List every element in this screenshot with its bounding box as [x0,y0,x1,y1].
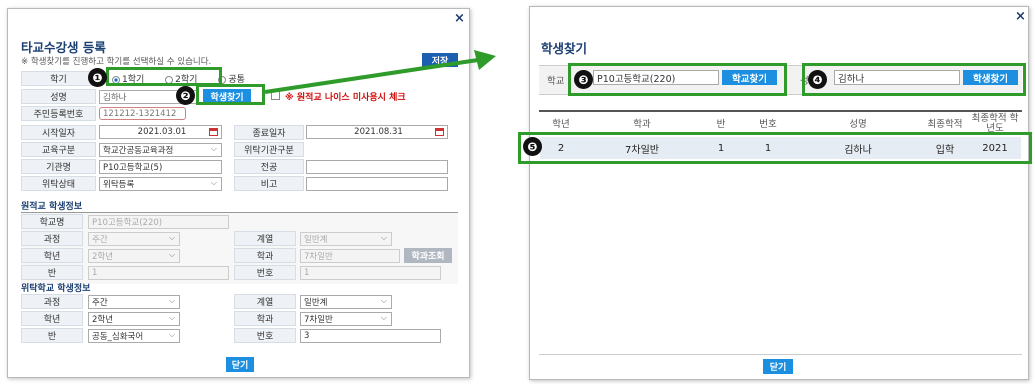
end-date-value: 2021.08.31 [354,127,403,137]
term-label: 학기 [21,71,96,86]
institution-field[interactable]: P10고등학교(5) [99,160,222,174]
origin-dept-label: 학과 [234,248,296,263]
edu-type-value: 학교간공동교육과정 [103,146,174,156]
resident-no-label: 주민등록번호 [21,106,96,121]
institution-label: 기관명 [21,159,96,174]
origin-number-field: 1 [300,266,441,280]
trust-series-select[interactable]: 일반계 ⌵ [300,295,392,309]
trust-grade-select[interactable]: 2학년 ⌵ [88,312,180,326]
close-button[interactable]: 닫기 [226,357,254,372]
trust-status-value: 위탁등록 [103,180,135,190]
trust-course-value: 주간 [92,298,108,308]
origin-series-select: 일반계 ⌵ [300,232,392,246]
remark-label: 비고 [234,176,304,191]
origin-number-label: 번호 [234,265,296,280]
trust-grade-value: 2학년 [92,315,114,325]
origin-class-label: 반 [21,265,83,280]
major-field[interactable] [306,160,448,174]
save-button[interactable]: 저장 [422,53,458,67]
origin-course-value: 주간 [92,235,108,245]
chevron-down-icon: ⌵ [168,313,175,322]
close-icon[interactable]: × [454,11,465,26]
trust-series-value: 일반계 [304,298,328,308]
chevron-down-icon: ⌵ [168,250,175,259]
trust-section-title: 위탁학교 학생정보 [21,284,91,294]
highlight-box-school [568,63,787,96]
start-date-field[interactable]: 2021.03.01 [99,125,222,139]
chevron-down-icon: ⌵ [168,233,175,242]
trust-status-label: 위탁상태 [21,176,96,191]
resident-no-field[interactable]: 121212-1321412 [99,107,186,120]
origin-grade-label: 학년 [21,248,83,263]
dialog-title: 타교수강생 등록 [21,40,106,55]
edu-type-select[interactable]: 학교간공동교육과정 ⌵ [99,143,222,157]
close-button[interactable]: 닫기 [763,359,793,374]
origin-grade-value: 2학년 [92,252,114,262]
trust-class-label: 반 [21,328,83,343]
origin-grade-select: 2학년 ⌵ [88,249,180,263]
trust-dept-value: 7차일반 [304,315,333,325]
remark-field[interactable] [306,177,448,191]
origin-series-label: 계열 [234,231,296,246]
chevron-down-icon: ⌵ [380,296,387,305]
origin-course-select: 주간 ⌵ [88,232,180,246]
dialog-title: 학생찾기 [541,41,588,56]
chevron-down-icon: ⌵ [380,313,387,322]
warning-text: ※ 원적교 나이스 미사용시 체크 [285,93,406,103]
dept-search-button[interactable]: 학과조회 [404,248,452,263]
end-date-field[interactable]: 2021.08.31 [306,125,448,139]
name-label: 성명 [21,89,96,104]
start-date-value: 2021.03.01 [137,127,187,137]
trust-course-label: 과정 [21,294,83,309]
trust-class-value: 공동_심화국어 [92,332,144,342]
trust-class-select[interactable]: 공동_심화국어 ⌵ [88,329,180,343]
calendar-icon[interactable] [435,128,444,136]
end-date-label: 종료일자 [234,125,304,140]
trust-dept-select[interactable]: 7차일반 ⌵ [300,312,392,326]
dialog-note: ※ 학생찾기를 진행하고 학기를 선택하실 수 있습니다. [21,57,212,67]
highlight-box-row [518,132,1032,164]
close-icon[interactable]: × [1015,9,1026,24]
highlight-box-name [802,63,1026,96]
trust-grade-label: 학년 [21,311,83,326]
marker-1: ❶ [88,68,107,87]
chevron-down-icon: ⌵ [168,296,175,305]
trust-number-field[interactable]: 3 [300,329,441,343]
marker-4: ❹ [808,70,827,89]
chevron-down-icon: ⌵ [380,233,387,242]
chevron-down-icon: ⌵ [210,178,217,187]
origin-section-title: 원적교 학생정보 [21,202,83,212]
trust-status-select[interactable]: 위탁등록 ⌵ [99,177,222,191]
chevron-down-icon: ⌵ [168,330,175,339]
trust-dept-label: 학과 [234,311,296,326]
trust-course-select[interactable]: 주간 ⌵ [88,295,180,309]
trust-type-label: 위탁기관구분 [234,142,304,157]
start-date-label: 시작일자 [21,125,96,140]
marker-3: ❸ [574,70,593,89]
highlight-box-find-student [196,84,265,105]
origin-school-label: 학교명 [21,214,83,229]
arrow-head [474,50,496,70]
major-label: 전공 [234,159,304,174]
origin-class-field: 1 [88,266,229,280]
school-label: 학교 [547,76,565,87]
trust-series-label: 계열 [234,294,296,309]
origin-school-field: P10고등학교(220) [88,215,229,229]
calendar-icon[interactable] [209,128,218,136]
no-neis-checkbox[interactable] [271,91,280,100]
marker-5: ❺ [523,137,542,156]
edu-type-label: 교육구분 [21,142,96,157]
marker-2: ❷ [176,86,195,105]
origin-course-label: 과정 [21,231,83,246]
origin-dept-field: 7차일반 [300,249,400,263]
chevron-down-icon: ⌵ [210,144,217,153]
register-dialog: × 타교수강생 등록 ※ 학생찾기를 진행하고 학기를 선택하실 수 있습니다.… [7,8,470,378]
origin-series-value: 일반계 [304,235,328,245]
trust-number-label: 번호 [234,328,296,343]
